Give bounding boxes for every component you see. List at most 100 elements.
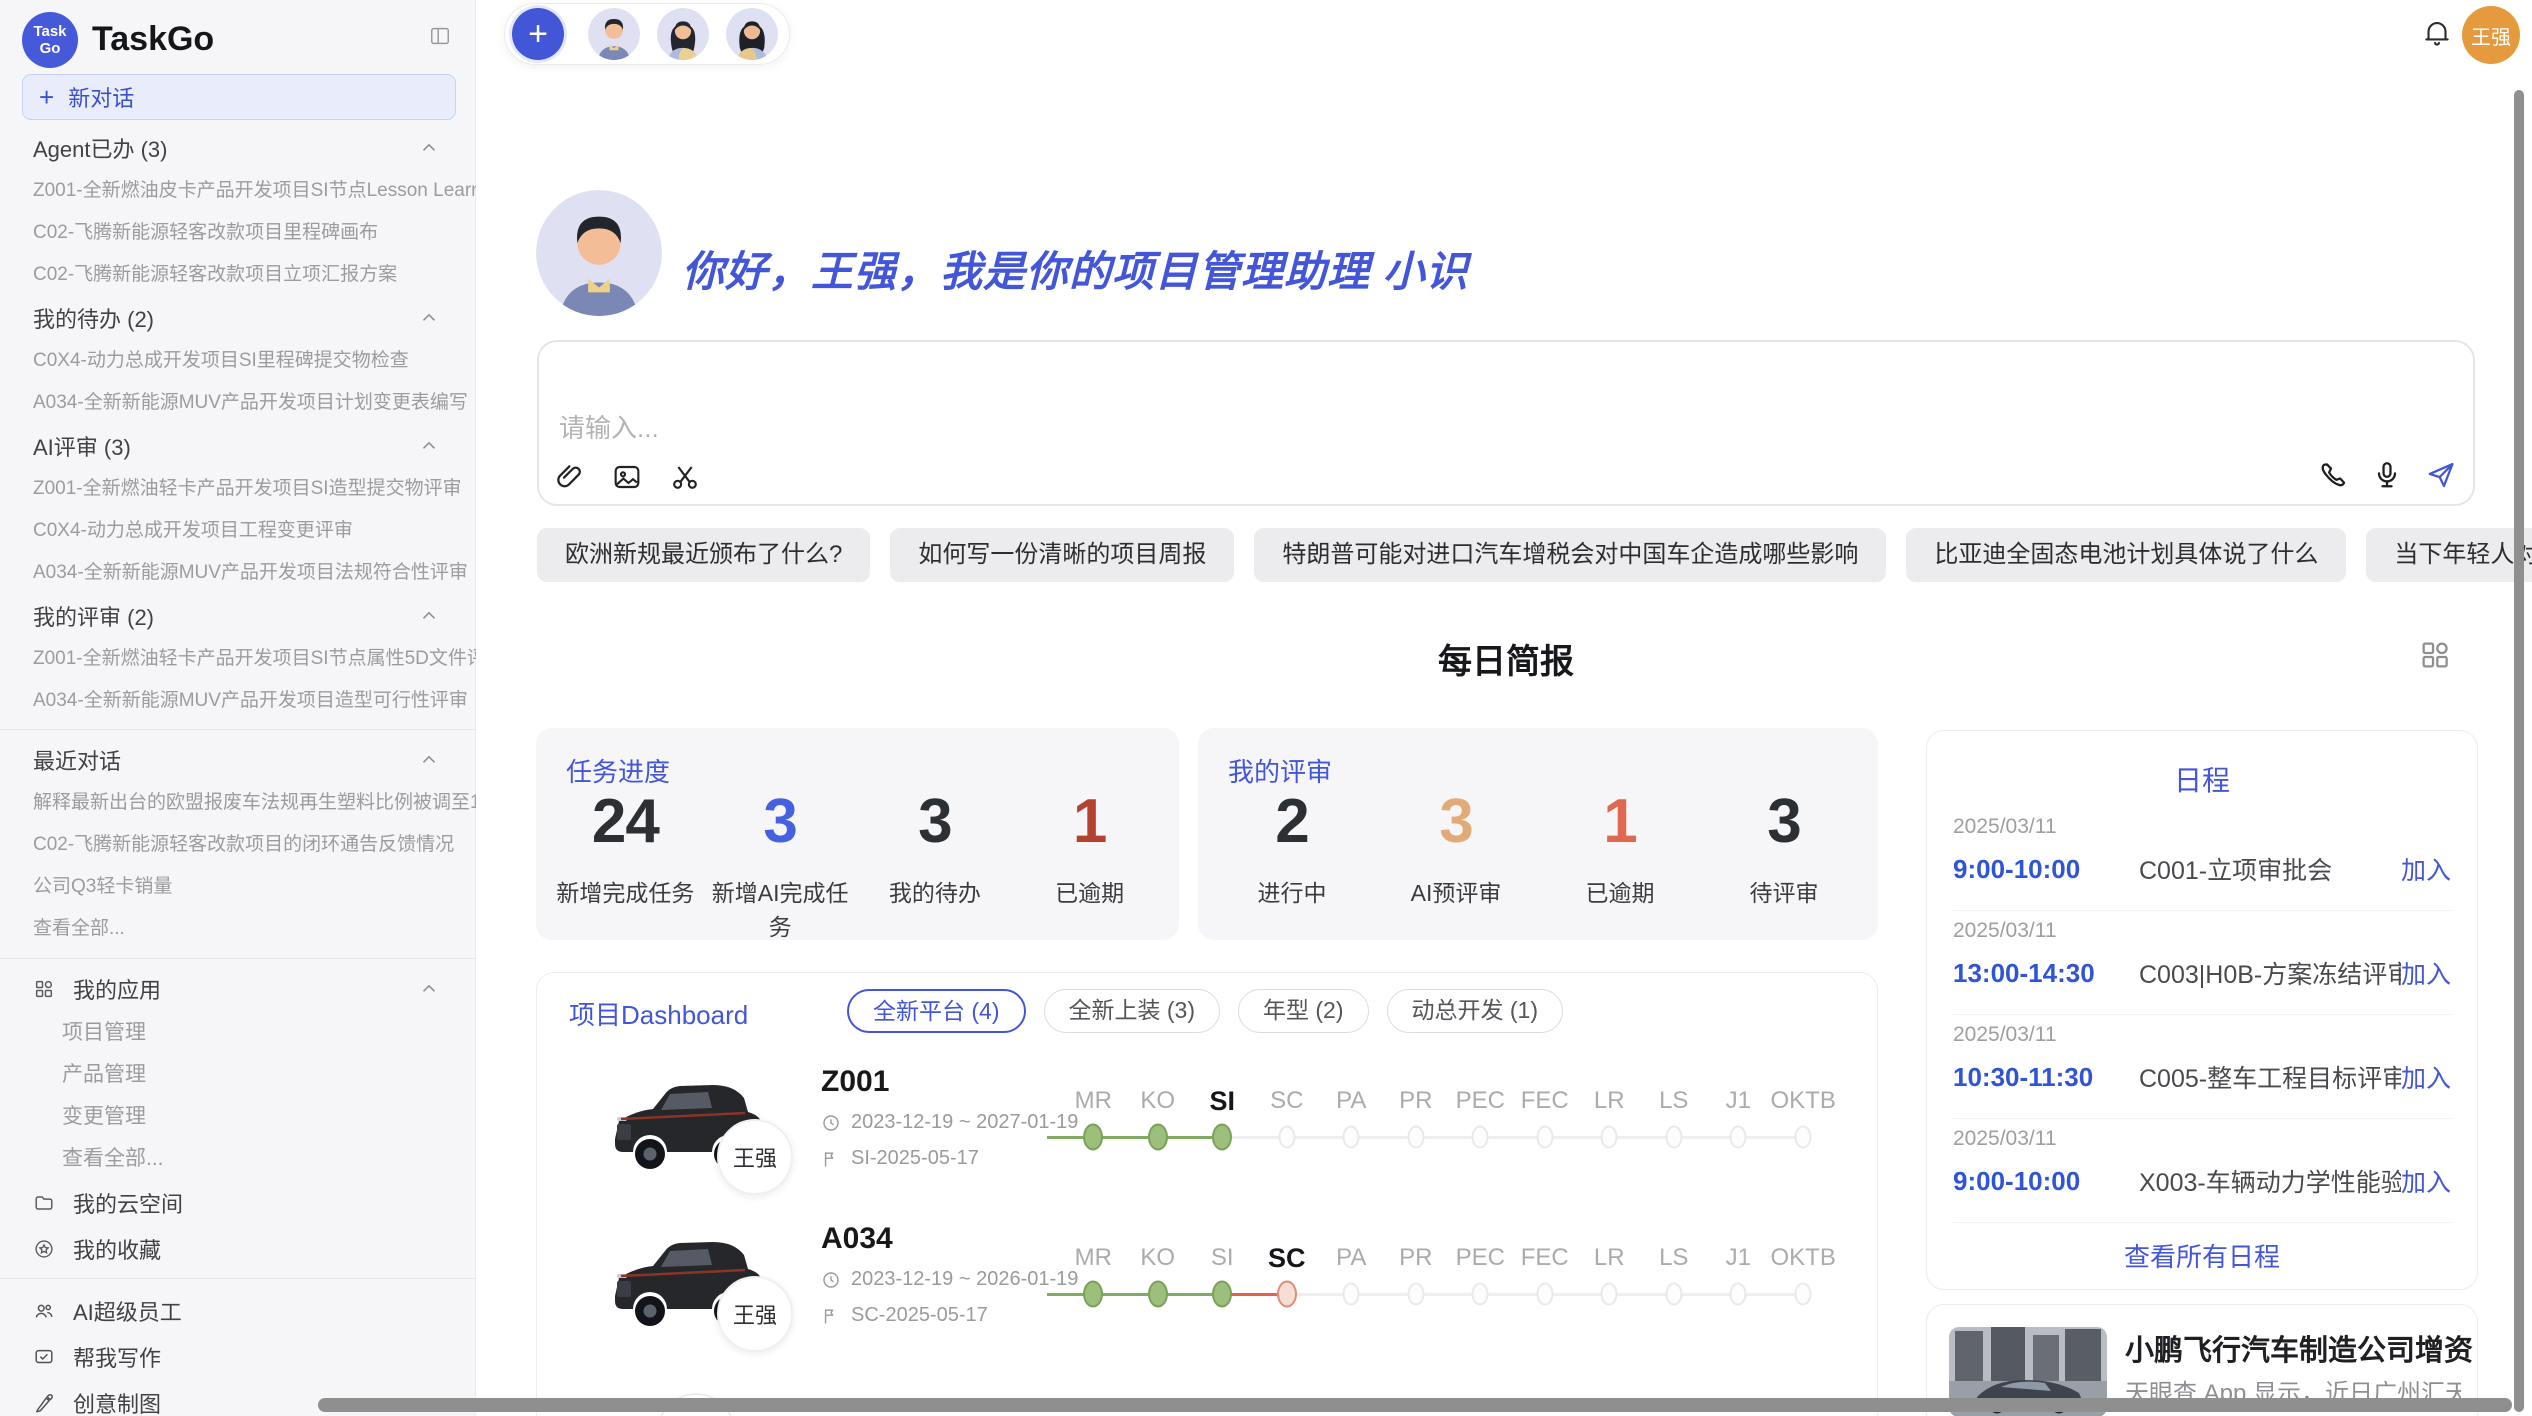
- dashboard-tabs: 全新平台 (4) 全新上装 (3) 年型 (2) 动总开发 (1): [847, 989, 1563, 1033]
- sidebar-item-label: 我的收藏: [73, 1233, 440, 1265]
- milestone-dot: [1407, 1126, 1424, 1149]
- sidebar-item[interactable]: C0X4-动力总成开发项目工程变更评审: [0, 510, 476, 552]
- attach-file-icon[interactable]: [552, 460, 586, 494]
- join-link[interactable]: 加入: [2401, 1059, 2451, 1095]
- timeline-segment: [1674, 1136, 1739, 1139]
- stat-label: 我的待办: [858, 874, 1013, 908]
- schedule-line: 9:00-10:00C001-立项审批会加入: [1953, 851, 2451, 887]
- sidebar-item[interactable]: C02-飞腾新能源轻客改款项目里程碑画布: [0, 212, 476, 254]
- sidebar-section-header[interactable]: AI评审 (3): [0, 424, 476, 468]
- milestone-label: PA: [1319, 1083, 1384, 1119]
- sidebar-item[interactable]: A034-全新新能源MUV产品开发项目法规符合性评审: [0, 552, 476, 594]
- suggestion-chip[interactable]: 特朗普可能对进口汽车增税会对中国车企造成哪些影响: [1254, 528, 1886, 582]
- chat-input[interactable]: 请输入...: [537, 340, 2475, 506]
- app-sub-item[interactable]: 查看全部...: [0, 1138, 476, 1180]
- card-title: 我的评审: [1228, 752, 1332, 789]
- milestone-label: OKTB: [1771, 1240, 1836, 1276]
- suggestion-chip[interactable]: 如何写一份清晰的项目周报: [890, 528, 1234, 582]
- stat-value: 3: [1374, 788, 1538, 856]
- sidebar-item[interactable]: A034-全新新能源MUV产品开发项目计划变更表编写: [0, 382, 476, 424]
- app-sub-item[interactable]: 产品管理: [0, 1054, 476, 1096]
- sidebar-section-header[interactable]: 最近对话: [0, 738, 476, 782]
- sidebar-item-ai-super-staff[interactable]: AI超级员工: [0, 1288, 476, 1334]
- recent-chat-item[interactable]: 解释最新出台的欧盟报废车法规再生塑料比例被调至15%...: [0, 782, 476, 824]
- suggestion-chip[interactable]: 比亚迪全固态电池计划具体说了什么: [1906, 528, 2346, 582]
- vertical-scrollbar[interactable]: [2514, 90, 2524, 1412]
- stat-value: 24: [548, 788, 703, 856]
- section-title: AI评审 (3): [33, 430, 418, 462]
- chevron-up-icon: [418, 978, 440, 1000]
- join-link[interactable]: 加入: [2401, 955, 2451, 991]
- new-chat-label: 新对话: [68, 81, 134, 113]
- milestone-label: FEC: [1513, 1083, 1578, 1119]
- stat-label: 新增完成任务: [548, 874, 703, 908]
- milestone-label: PR: [1384, 1083, 1449, 1119]
- voice-call-icon[interactable]: [2316, 458, 2350, 492]
- recent-chats: 最近对话解释最新出台的欧盟报废车法规再生塑料比例被调至15%...C02-飞腾新…: [0, 738, 476, 950]
- milestone-label: LR: [1577, 1240, 1642, 1276]
- scissors-icon[interactable]: [668, 460, 702, 494]
- view-all-link[interactable]: 查看全部...: [0, 908, 476, 950]
- project-row[interactable]: 王强Z0012023-12-19 ~ 2027-01-19SI-2025-05-…: [537, 1053, 1878, 1210]
- view-all-schedule-link[interactable]: 查看所有日程: [1927, 1237, 2477, 1274]
- schedule-item: 2025/03/1113:00-14:30C003|H0B-方案冻结评审加入: [1927, 911, 2477, 1015]
- dashboard-tab[interactable]: 全新平台 (4): [847, 989, 1026, 1033]
- agent-avatar-1[interactable]: [588, 8, 640, 60]
- send-icon[interactable]: [2424, 458, 2458, 492]
- sidebar-section-header[interactable]: 我的待办 (2): [0, 296, 476, 340]
- sidebar-item-help-me-write[interactable]: 帮我写作: [0, 1334, 476, 1380]
- add-agent-button[interactable]: +: [512, 8, 564, 60]
- user-avatar[interactable]: 王强: [2462, 6, 2520, 64]
- timeline-segment: [1480, 1293, 1545, 1296]
- sidebar-item[interactable]: Z001-全新燃油皮卡产品开发项目SI节点Lesson Learn报告: [0, 170, 476, 212]
- app-sub-item[interactable]: 变更管理: [0, 1096, 476, 1138]
- notification-bell-icon[interactable]: [2420, 16, 2454, 50]
- sidebar-item-favorites[interactable]: 我的收藏: [0, 1226, 476, 1272]
- join-link[interactable]: 加入: [2401, 851, 2451, 887]
- stat-value: 1: [1538, 788, 1702, 856]
- schedule-event-title: C005-整车工程目标评审: [2139, 1059, 2401, 1095]
- milestone-flag: SI-2025-05-17: [851, 1147, 979, 1170]
- dashboard-tab[interactable]: 动总开发 (1): [1387, 989, 1564, 1033]
- milestone-timeline: MRKOSISCPAPRPECFECLRLSJ1OKTB: [1061, 1240, 1835, 1312]
- briefing-layout-icon[interactable]: [2418, 638, 2452, 672]
- app-sub-item[interactable]: 项目管理: [0, 1012, 476, 1054]
- recent-chat-item[interactable]: C02-飞腾新能源轻客改款项目的闭环通告反馈情况: [0, 824, 476, 866]
- divider: [0, 958, 476, 959]
- milestone-label: PEC: [1448, 1240, 1513, 1276]
- microphone-icon[interactable]: [2370, 458, 2404, 492]
- image-upload-icon[interactable]: [610, 460, 644, 494]
- sidebar-section-header[interactable]: 我的评审 (2): [0, 594, 476, 638]
- schedule-date: 2025/03/11: [1953, 815, 2451, 839]
- project-flag: SI-2025-05-17: [821, 1147, 979, 1170]
- milestone-dot: [1601, 1283, 1618, 1306]
- recent-chat-item[interactable]: 公司Q3轻卡销量: [0, 866, 476, 908]
- new-chat-button[interactable]: + 新对话: [22, 74, 456, 120]
- milestone-label: OKTB: [1771, 1083, 1836, 1119]
- sidebar-sections: Agent已办 (3)Z001-全新燃油皮卡产品开发项目SI节点Lesson L…: [0, 126, 476, 722]
- project-row[interactable]: 王强A0342023-12-19 ~ 2026-01-19SC-2025-05-…: [537, 1210, 1878, 1367]
- sidebar-item-my-apps[interactable]: 我的应用: [0, 966, 476, 1012]
- agent-avatar-2[interactable]: [657, 8, 709, 60]
- join-link[interactable]: 加入: [2401, 1163, 2451, 1199]
- chevron-up-icon: [418, 749, 440, 771]
- sidebar-item[interactable]: Z001-全新燃油轻卡产品开发项目SI造型提交物评审: [0, 468, 476, 510]
- my-review-card: 我的评审2进行中3AI预评审1已逾期3待评审: [1198, 728, 1878, 940]
- sidebar-item[interactable]: C0X4-动力总成开发项目SI里程碑提交物检查: [0, 340, 476, 382]
- horizontal-scrollbar[interactable]: [318, 1398, 2512, 1412]
- suggestion-chip[interactable]: 欧洲新规最近颁布了什么?: [537, 528, 870, 582]
- agent-avatar-3[interactable]: [726, 8, 778, 60]
- sidebar-item[interactable]: C02-飞腾新能源轻客改款项目立项汇报方案: [0, 254, 476, 296]
- sidebar-item[interactable]: A034-全新新能源MUV产品开发项目造型可行性评审: [0, 680, 476, 722]
- sidebar-section-header[interactable]: Agent已办 (3): [0, 126, 476, 170]
- sidebar-item-cloud-space[interactable]: 我的云空间: [0, 1180, 476, 1226]
- schedule-time: 9:00-10:00: [1953, 854, 2139, 885]
- sidebar-item[interactable]: Z001-全新燃油轻卡产品开发项目SI节点属性5D文件评审: [0, 638, 476, 680]
- stat: 3待评审: [1702, 788, 1866, 908]
- dashboard-tab[interactable]: 全新上装 (3): [1044, 989, 1221, 1033]
- section-title: 最近对话: [33, 744, 418, 776]
- suggestion-chip[interactable]: 当下年轻人对汽车外观有怎样的喜好趋势: [2366, 528, 2532, 582]
- collapse-sidebar-icon[interactable]: [424, 20, 456, 52]
- milestone-label: MR: [1061, 1240, 1126, 1276]
- dashboard-tab[interactable]: 年型 (2): [1238, 989, 1369, 1033]
